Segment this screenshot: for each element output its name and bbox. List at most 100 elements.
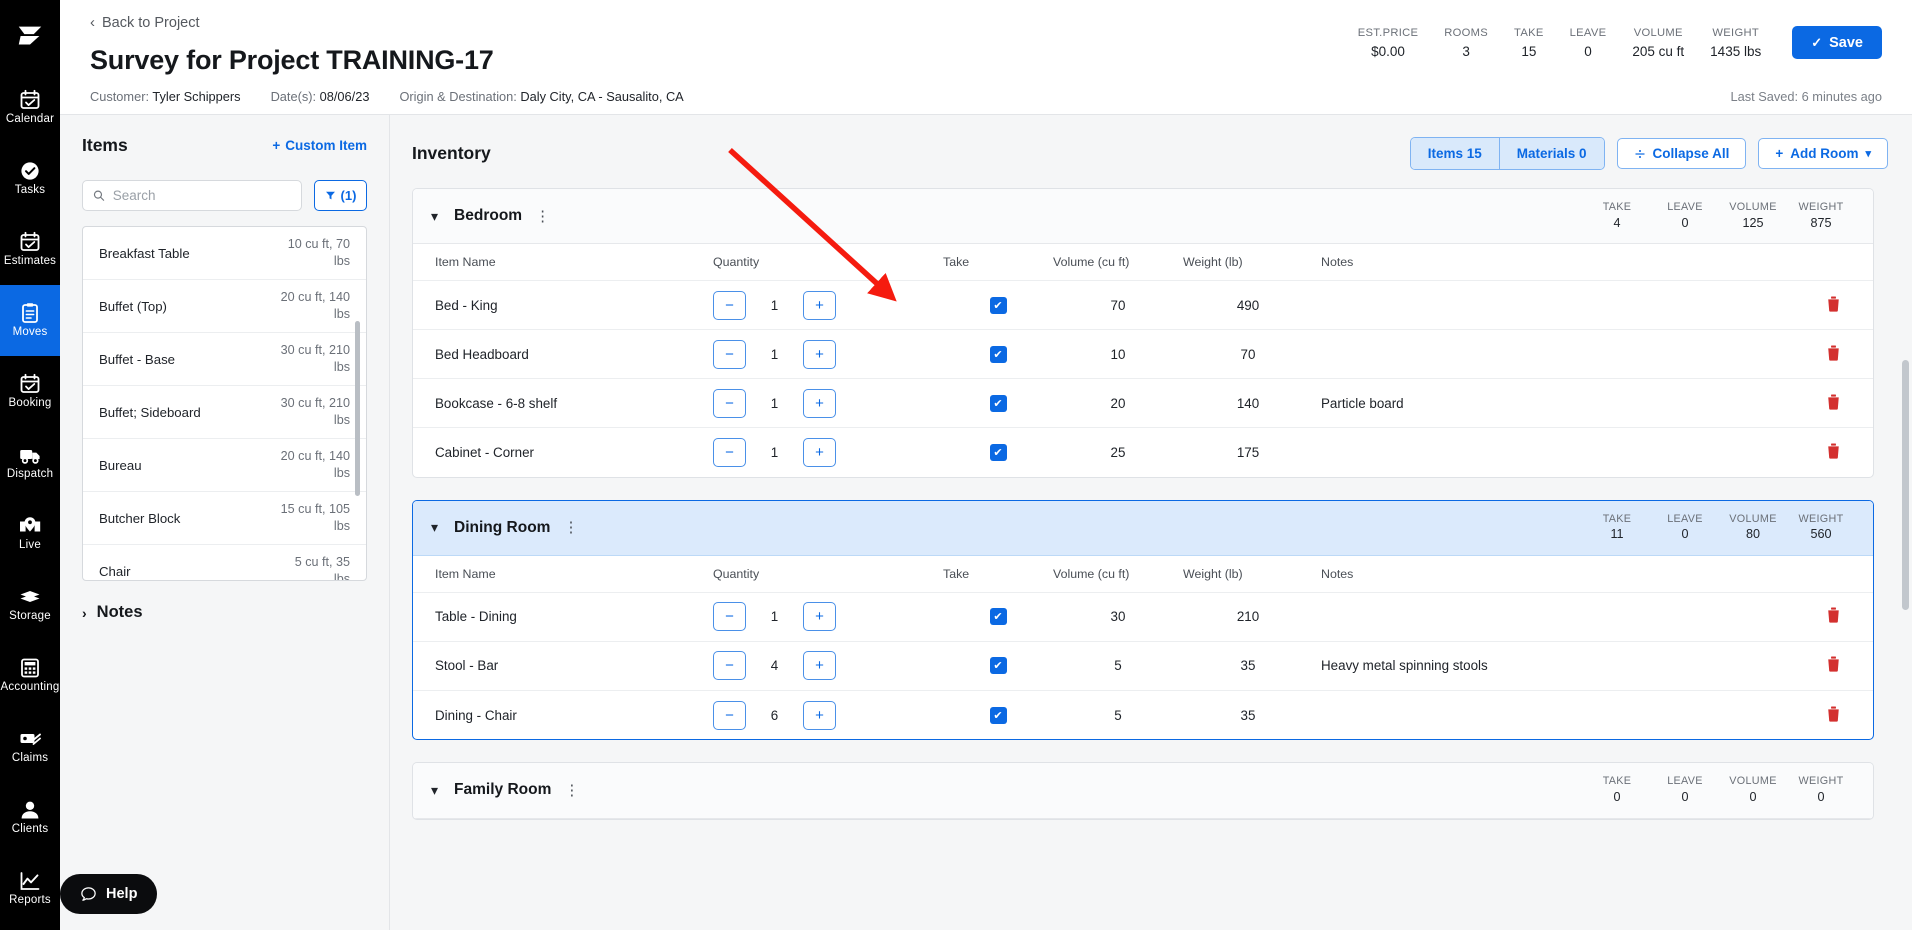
room-card[interactable]: ▾ Family Room ⋮ TAKE 0 LEAVE 0 VOLUME 0 WEIGHT 0 [412, 762, 1874, 820]
item-catalog-list[interactable]: Breakfast Table 10 cu ft, 70 lbs Buffet (T… [82, 226, 367, 581]
catalog-item-row[interactable]: Buffet - Base 30 cu ft, 210 lbs [83, 333, 366, 386]
catalog-item-row[interactable]: Bureau 20 cu ft, 140 lbs [83, 439, 366, 492]
nav-item-clients[interactable]: Clients [0, 782, 60, 853]
nav-item-dispatch[interactable]: Dispatch [0, 427, 60, 498]
notes-section-toggle[interactable]: › Notes [82, 603, 367, 622]
save-button[interactable]: ✓ Save [1792, 26, 1882, 59]
nav-item-calendar[interactable]: Calendar [0, 72, 60, 143]
quantity-decrement-button[interactable]: − [713, 602, 746, 632]
trash-icon[interactable] [1826, 394, 1841, 410]
room-header[interactable]: ▾ Family Room ⋮ TAKE 0 LEAVE 0 VOLUME 0 WEIGHT 0 [413, 763, 1873, 819]
table-row[interactable]: Table - Dining − 1 + ✔ 30 210 [413, 592, 1873, 642]
trash-icon[interactable] [1826, 443, 1841, 459]
trash-icon[interactable] [1826, 706, 1841, 722]
quantity-increment-button[interactable]: + [803, 700, 836, 730]
catalog-item-row[interactable]: Buffet; Sideboard 30 cu ft, 210 lbs [83, 386, 366, 439]
inventory-scrollbar-thumb[interactable] [1902, 360, 1909, 610]
quantity-decrement-button[interactable]: − [713, 339, 746, 369]
room-card[interactable]: ▾ Bedroom ⋮ TAKE 4 LEAVE 0 VOLUME 125 WEIGHT 875 It… [412, 188, 1874, 478]
nav-item-reports[interactable]: Reports [0, 853, 60, 924]
quantity-increment-button[interactable]: + [803, 290, 836, 320]
nav-item-storage[interactable]: Storage [0, 569, 60, 640]
take-checkbox[interactable]: ✔ [989, 296, 1007, 314]
tab-items[interactable]: Items 15 [1410, 138, 1499, 169]
cell-notes[interactable] [1313, 280, 1793, 331]
room-stat: VOLUME 80 [1719, 512, 1787, 544]
take-checkbox[interactable]: ✔ [989, 394, 1007, 412]
cell-notes[interactable] [1313, 428, 1793, 477]
trash-icon[interactable] [1826, 296, 1841, 312]
inventory-scrollbar-track[interactable] [1901, 115, 1909, 930]
room-card[interactable]: ▾ Dining Room ⋮ TAKE 11 LEAVE 0 VOLUME 80 WEIGHT 5… [412, 499, 1874, 741]
nav-item-tasks[interactable]: Tasks [0, 143, 60, 214]
room-name: Bedroom [454, 207, 523, 225]
quantity-increment-button[interactable]: + [803, 437, 836, 467]
nav-item-estimates[interactable]: Estimates [0, 214, 60, 285]
table-row[interactable]: Dining - Chair − 6 + ✔ 5 35 [413, 690, 1873, 739]
quantity-decrement-button[interactable]: − [713, 700, 746, 730]
search-input[interactable] [112, 188, 291, 203]
table-row[interactable]: Cabinet - Corner − 1 + ✔ 25 175 [413, 428, 1873, 477]
take-checkbox[interactable]: ✔ [989, 345, 1007, 363]
catalog-item-row[interactable]: Chair 5 cu ft, 35 lbs [83, 545, 366, 580]
inventory-header: Inventory Items 15 Materials 0 Collapse … [412, 137, 1888, 170]
room-options-kebab-icon[interactable]: ⋮ [563, 520, 578, 535]
chevron-down-icon[interactable]: ▾ [431, 519, 438, 536]
table-row[interactable]: Bed - King − 1 + ✔ 70 490 [413, 280, 1873, 331]
help-button[interactable]: Help [60, 874, 158, 914]
cell-notes[interactable] [1313, 592, 1793, 642]
trash-icon[interactable] [1826, 656, 1841, 672]
cell-notes[interactable]: Particle board [1313, 378, 1793, 429]
collapse-all-button[interactable]: Collapse All [1616, 138, 1747, 169]
nav-item-moves[interactable]: Moves [0, 285, 60, 356]
chevron-down-icon[interactable]: ▾ [431, 782, 438, 799]
room-header[interactable]: ▾ Bedroom ⋮ TAKE 4 LEAVE 0 VOLUME 125 WEIGHT 875 [413, 189, 1873, 245]
inventory-actions: Items 15 Materials 0 Collapse All + Add … [1409, 137, 1888, 170]
nav-item-booking[interactable]: Booking [0, 356, 60, 427]
trash-icon[interactable] [1826, 607, 1841, 623]
cell-notes[interactable] [1313, 329, 1793, 380]
back-to-project-link[interactable]: ‹ Back to Project [90, 15, 200, 31]
trash-icon[interactable] [1826, 345, 1841, 361]
room-stat-label: LEAVE [1667, 512, 1703, 525]
room-options-kebab-icon[interactable]: ⋮ [535, 209, 550, 224]
cell-notes[interactable]: Heavy metal spinning stools [1313, 641, 1793, 691]
tab-materials[interactable]: Materials 0 [1498, 138, 1604, 169]
room-header[interactable]: ▾ Dining Room ⋮ TAKE 11 LEAVE 0 VOLUME 80 WEIGHT 5… [413, 500, 1873, 556]
nav-item-accounting[interactable]: Accounting [0, 640, 60, 711]
quantity-decrement-button[interactable]: − [713, 290, 746, 320]
room-options-kebab-icon[interactable]: ⋮ [564, 783, 579, 798]
nav-item-live[interactable]: Live [0, 498, 60, 569]
add-room-button[interactable]: + Add Room ▾ [1758, 138, 1888, 169]
quantity-decrement-button[interactable]: − [713, 437, 746, 467]
catalog-scrollbar-thumb[interactable] [355, 321, 360, 496]
filter-button[interactable]: (1) [314, 180, 367, 211]
take-checkbox[interactable]: ✔ [989, 657, 1007, 675]
custom-item-button[interactable]: + Custom Item [272, 138, 367, 153]
take-checkbox[interactable]: ✔ [989, 608, 1007, 626]
catalog-item-spec: 5 cu ft, 35 lbs [294, 555, 350, 580]
calculator-icon [21, 658, 39, 678]
quantity-increment-button[interactable]: + [803, 651, 836, 681]
cell-weight: 175 [1236, 444, 1260, 460]
quantity-decrement-button[interactable]: − [713, 388, 746, 418]
take-checkbox[interactable]: ✔ [989, 443, 1007, 461]
cell-notes[interactable] [1313, 690, 1793, 739]
catalog-scrollbar-track[interactable] [355, 231, 363, 576]
quantity-increment-button[interactable]: + [803, 602, 836, 632]
catalog-item-row[interactable]: Breakfast Table 10 cu ft, 70 lbs [83, 227, 366, 280]
app-logo[interactable] [0, 0, 60, 72]
dates-label: Date(s): [270, 89, 317, 104]
quantity-decrement-button[interactable]: − [713, 651, 746, 681]
search-box[interactable] [82, 180, 302, 211]
quantity-increment-button[interactable]: + [803, 388, 836, 418]
quantity-increment-button[interactable]: + [803, 339, 836, 369]
table-row[interactable]: Stool - Bar − 4 + ✔ 5 35 Heavy metal spinning s… [413, 641, 1873, 691]
table-row[interactable]: Bookcase - 6-8 shelf − 1 + ✔ 20 140 Particle bo… [413, 378, 1873, 429]
catalog-item-row[interactable]: Butcher Block 15 cu ft, 105 lbs [83, 492, 366, 545]
take-checkbox[interactable]: ✔ [989, 706, 1007, 724]
chevron-down-icon[interactable]: ▾ [431, 208, 438, 225]
nav-item-claims[interactable]: Claims [0, 711, 60, 782]
table-row[interactable]: Bed Headboard − 1 + ✔ 10 70 [413, 329, 1873, 380]
catalog-item-row[interactable]: Buffet (Top) 20 cu ft, 140 lbs [83, 280, 366, 333]
